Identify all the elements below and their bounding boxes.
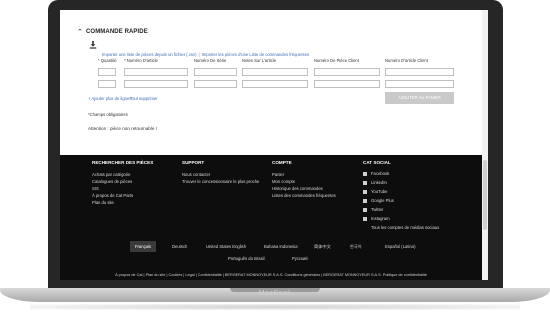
web-page: ⌃ COMMANDE RAPIDE Importer une liste de …	[60, 10, 482, 280]
footer-link[interactable]: Plan du site	[92, 200, 114, 205]
laptop-screen: ⌃ COMMANDE RAPIDE Importer une liste de …	[60, 10, 488, 280]
part-number-field[interactable]	[124, 80, 188, 88]
quick-order-section: ⌃ COMMANDE RAPIDE Importer une liste de …	[60, 10, 482, 155]
youtube-icon	[363, 190, 367, 194]
customer-item-number-field[interactable]	[385, 68, 454, 76]
laptop-shadow	[30, 304, 520, 310]
column-header-customer-item-number: Numéro D'article Client	[385, 58, 428, 63]
social-link-instagram[interactable]: Instagram	[371, 216, 390, 221]
chevron-up-icon[interactable]: ⌃	[77, 28, 83, 36]
social-link-twitter[interactable]: Twitter	[371, 207, 383, 212]
footer-link[interactable]: Achats par catégorie	[92, 172, 130, 177]
required-fields-note: *Champs obligatoires	[88, 112, 128, 117]
footer-title-parts: RECHERCHER DES PIÈCES	[92, 160, 154, 165]
footer-link[interactable]: Listes des commandes fréquentes	[272, 193, 336, 198]
scrollbar-thumb[interactable]	[483, 160, 487, 230]
column-header-quantity: * Quantité	[98, 58, 117, 63]
social-link-youtube[interactable]: YouTube	[371, 189, 387, 194]
item-notes-field[interactable]	[242, 80, 308, 88]
social-link-google-plus[interactable]: Google Plus	[371, 198, 394, 203]
import-favorites-link[interactable]: Importer les pièces d'une Liste de comma…	[202, 52, 309, 57]
twitter-icon	[363, 208, 367, 212]
language-option[interactable]: Русский	[292, 256, 308, 261]
page-scrollbar[interactable]	[482, 10, 488, 280]
language-option[interactable]: Español (Latino)	[385, 244, 416, 249]
instagram-icon	[363, 217, 367, 221]
customer-item-number-field[interactable]	[385, 80, 454, 88]
site-footer: RECHERCHER DES PIÈCES Achats par catégor…	[60, 155, 482, 280]
import-links: Importer une liste de pièces depuis un f…	[102, 52, 309, 57]
language-option[interactable]: Deutsch	[172, 244, 187, 249]
non-returnable-caution: Attention : pièce non retournable !	[88, 126, 157, 131]
social-link-all-accounts[interactable]: Tous les comptes de médias sociaux	[371, 225, 439, 230]
footer-link[interactable]: Catalogues de pièces	[92, 179, 132, 184]
column-header-customer-part-number: Numéro De Pièce Client	[314, 58, 359, 63]
column-header-serial-number: Numéro De Série	[194, 58, 227, 63]
footer-link[interactable]: Trouver le concessionnaire le plus proch…	[182, 179, 259, 184]
language-option[interactable]: 简体中文	[314, 244, 331, 250]
linkedin-icon	[363, 181, 367, 185]
delete-all-link[interactable]: Tout supprimer	[130, 96, 158, 101]
footer-link[interactable]: SIS	[92, 186, 99, 191]
add-to-basket-button[interactable]: AJOUTER AU PANIER	[385, 92, 454, 104]
column-header-part-number: * Numéro D'article	[124, 58, 158, 63]
footer-title-social: CAT SOCIAL	[363, 160, 391, 165]
download-icon	[89, 41, 97, 49]
language-selector: Français Deutsch United States English B…	[60, 240, 482, 261]
customer-part-number-field[interactable]	[314, 80, 380, 88]
add-lines-link[interactable]: + Ajouter plus de lignes	[88, 96, 131, 101]
language-option[interactable]: United States English	[206, 244, 246, 249]
language-option[interactable]: Bahasa Indonesia	[264, 244, 298, 249]
legal-links[interactable]: À propos de Cat | Plan du site | Cookies…	[60, 273, 482, 277]
footer-link[interactable]: À propos de Cat Parts	[92, 193, 133, 198]
social-link-facebook[interactable]: Facebook	[371, 171, 389, 176]
serial-number-field[interactable]	[194, 80, 237, 88]
import-csv-link[interactable]: Importer une liste de pièces depuis un f…	[102, 52, 197, 57]
part-number-field[interactable]	[124, 68, 188, 76]
google-plus-icon	[363, 199, 367, 203]
facebook-icon	[363, 172, 367, 176]
footer-link[interactable]: Nous contacter	[182, 172, 210, 177]
language-option-active[interactable]: Français	[130, 241, 156, 252]
footer-title-account: COMPTE	[272, 160, 292, 165]
footer-link[interactable]: Mon compte	[272, 179, 295, 184]
quantity-field[interactable]	[98, 68, 116, 76]
language-option[interactable]: 한국어	[350, 244, 362, 250]
social-link-linkedin[interactable]: LinkedIn	[371, 180, 387, 185]
item-notes-field[interactable]	[242, 68, 308, 76]
laptop-brand-label: MacBook	[258, 290, 292, 297]
serial-number-field[interactable]	[194, 68, 237, 76]
link-separator: |	[198, 52, 200, 57]
customer-part-number-field[interactable]	[314, 68, 380, 76]
column-header-item-notes: Notes Sur L'article	[242, 58, 277, 63]
footer-link[interactable]: Historique des commandes	[272, 186, 323, 191]
footer-link[interactable]: Panier	[272, 172, 284, 177]
quantity-field[interactable]	[98, 80, 116, 88]
footer-title-support: SUPPORT	[182, 160, 205, 165]
quick-order-title: COMMANDE RAPIDE	[86, 29, 148, 35]
language-option[interactable]: Português do Brasil	[228, 256, 265, 261]
